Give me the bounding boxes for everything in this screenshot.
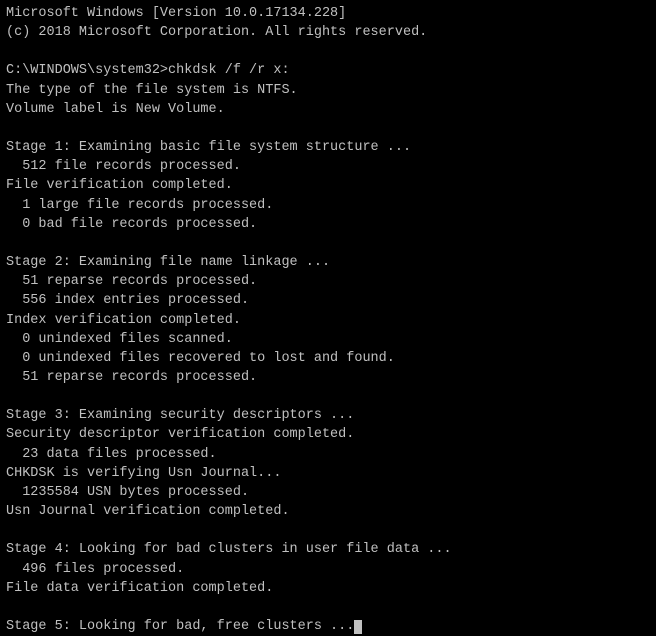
cursor: [354, 620, 362, 634]
terminal-window: Microsoft Windows [Version 10.0.17134.22…: [0, 0, 656, 528]
